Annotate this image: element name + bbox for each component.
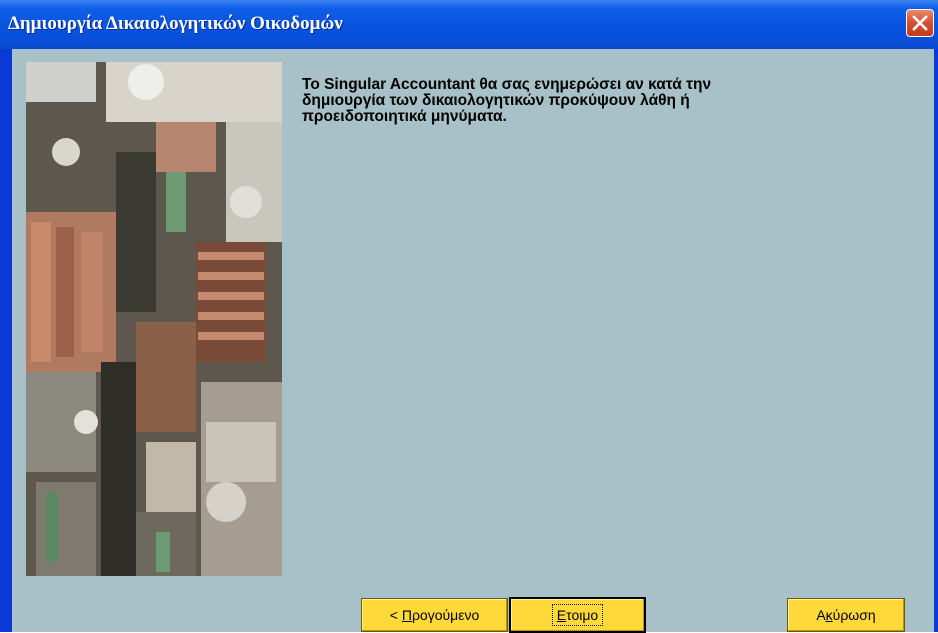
back-button-mnemonic: Π <box>401 607 412 623</box>
wizard-window: Δημιουργία Δικαιολογητικών Οικοδομών To … <box>0 0 938 633</box>
cancel-button-prefix: Α <box>816 607 826 623</box>
back-button[interactable]: < Προγούμενο <box>361 598 508 632</box>
close-button[interactable] <box>906 9 934 37</box>
info-message: To Singular Accountant θα σας ενημερώσει… <box>302 77 882 125</box>
finish-button-mnemonic: Ε <box>556 607 567 623</box>
abstract-painting-image <box>26 62 282 576</box>
back-button-prefix: < <box>389 607 402 623</box>
title-bar[interactable]: Δημιουργία Δικαιολογητικών Οικοδομών <box>0 0 938 49</box>
close-icon <box>912 15 928 31</box>
cancel-button-mnemonic: κ <box>825 607 833 623</box>
finish-button-focus: Ετοιμο <box>551 604 604 626</box>
wizard-body: To Singular Accountant θα σας ενημερώσει… <box>12 49 934 633</box>
window-title: Δημιουργία Δικαιολογητικών Οικοδομών <box>8 13 343 34</box>
message-line-2: δημιουργία των δικαιολογητικών προκύψουν… <box>302 92 690 109</box>
cancel-button-label: ύρωση <box>832 607 876 623</box>
back-button-label: ρογούμενο <box>411 607 480 623</box>
message-line-3: προειδοποιητικά μηνύματα. <box>302 108 507 125</box>
finish-button-label: τοιμο <box>566 607 599 623</box>
cancel-button[interactable]: Ακ ύρωση <box>787 598 905 632</box>
message-line-1: To Singular Accountant θα σας ενημερώσει… <box>302 76 712 93</box>
finish-button[interactable]: Ετοιμο <box>509 597 646 633</box>
